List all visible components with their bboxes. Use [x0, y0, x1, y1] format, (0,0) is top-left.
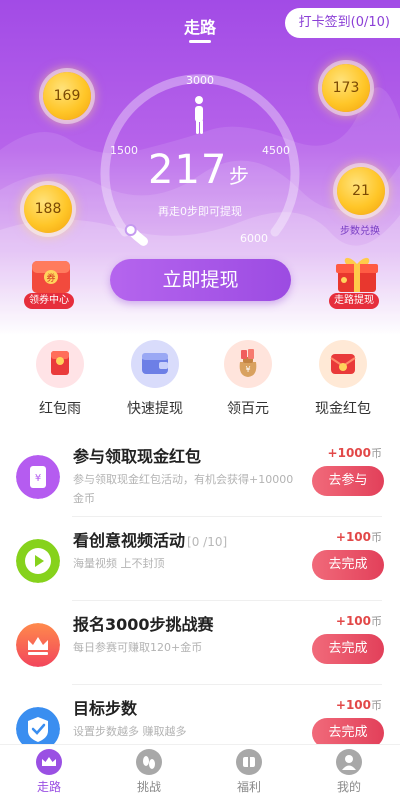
- tab-label: 我的: [336, 780, 361, 794]
- task-reward: +100币: [335, 698, 382, 712]
- task-reward: +100币: [335, 530, 382, 544]
- walk-withdraw-label[interactable]: 走路提现: [329, 293, 379, 309]
- tick-1500: 1500: [110, 144, 138, 157]
- task-desc: 每日参赛可赚取120+金币: [73, 641, 203, 654]
- task-row: ¥ 参与领取现金红包 参与领取现金红包活动，有机会获得+10000金币 +100…: [0, 433, 400, 517]
- tick-3000: 3000: [186, 74, 214, 87]
- task-desc: 设置步数越多 赚取越多: [73, 725, 187, 738]
- play-video-icon: [16, 539, 60, 583]
- svg-text:¥: ¥: [245, 365, 250, 374]
- walking-person-icon: [195, 96, 203, 134]
- quick-item-fast-withdraw[interactable]: 快速提现: [110, 340, 200, 418]
- withdraw-now-button[interactable]: 立即提现: [110, 259, 291, 301]
- svg-text:券: 券: [46, 272, 55, 284]
- cash-envelope-icon: [319, 340, 367, 388]
- tab-walk[interactable]: 走路: [19, 749, 79, 795]
- tab-challenge[interactable]: 挑战: [119, 749, 179, 795]
- money-bag-icon: ¥: [224, 340, 272, 388]
- task-reward: +100币: [335, 614, 382, 628]
- red-packet-task-icon: ¥: [16, 455, 60, 499]
- tick-6000: 6000: [240, 232, 268, 245]
- tab-label: 挑战: [136, 780, 161, 794]
- crown-icon: [16, 623, 60, 667]
- task-reward: +1000币: [327, 446, 382, 460]
- coin-bubble[interactable]: 188: [24, 185, 72, 233]
- quick-item-hundred-yuan[interactable]: ¥ 领百元: [203, 340, 293, 418]
- tab-welfare[interactable]: 福利: [219, 749, 279, 795]
- step-count: 217: [148, 147, 228, 193]
- title-underline: [189, 40, 211, 43]
- task-title: 看创意视频活动 [0 /10]: [73, 531, 228, 550]
- task-desc: 参与领取现金红包活动，有机会获得+10000金币: [73, 473, 294, 505]
- task-row: 看创意视频活动 [0 /10] 海量视频 上不封顶 +100币 去完成: [0, 517, 400, 601]
- crown-icon: [36, 749, 62, 775]
- tick-4500: 4500: [262, 144, 290, 157]
- task-title: 报名3000步挑战赛: [73, 615, 214, 634]
- footprint-icon: [136, 749, 162, 775]
- quick-item-label: 快速提现: [127, 401, 183, 417]
- tab-label: 走路: [36, 780, 61, 794]
- coin-bubble[interactable]: 169: [43, 72, 91, 120]
- ticket-icon: [236, 749, 262, 775]
- step-exchange-label[interactable]: 步数兑换: [340, 222, 380, 237]
- step-unit: 步: [229, 164, 249, 188]
- tick-0: 0: [135, 232, 142, 245]
- task-row: 报名3000步挑战赛 每日参赛可赚取120+金币 +100币 去完成: [0, 601, 400, 685]
- checkin-button[interactable]: 打卡签到(0/10): [284, 8, 400, 38]
- coupon-center-label[interactable]: 领券中心: [24, 293, 74, 309]
- join-button[interactable]: 去参与: [312, 466, 384, 496]
- quick-item-label: 红包雨: [39, 401, 81, 417]
- coin-bubble[interactable]: 173: [322, 64, 370, 112]
- complete-button[interactable]: 去完成: [312, 550, 384, 580]
- quick-actions: 红包雨 快速提现 ¥ 领百元 现金红包: [0, 340, 400, 420]
- quick-item-red-envelope-rain[interactable]: 红包雨: [15, 340, 105, 418]
- bottom-tab-bar: 走路 挑战 福利 我的: [0, 744, 400, 800]
- task-title: 目标步数: [73, 699, 138, 718]
- wallet-icon: [131, 340, 179, 388]
- quick-item-label: 领百元: [227, 401, 269, 417]
- red-envelope-icon: [36, 340, 84, 388]
- tab-label: 福利: [236, 780, 261, 794]
- svg-text:¥: ¥: [35, 473, 41, 484]
- coin-bubble[interactable]: 21: [337, 167, 385, 215]
- quick-item-cash-envelope[interactable]: 现金红包: [298, 340, 388, 418]
- user-icon: [336, 749, 362, 775]
- task-title: 参与领取现金红包: [73, 447, 202, 466]
- task-desc: 海量视频 上不封顶: [73, 557, 165, 570]
- tab-me[interactable]: 我的: [319, 749, 379, 795]
- quick-item-label: 现金红包: [315, 401, 371, 417]
- complete-button[interactable]: 去完成: [312, 634, 384, 664]
